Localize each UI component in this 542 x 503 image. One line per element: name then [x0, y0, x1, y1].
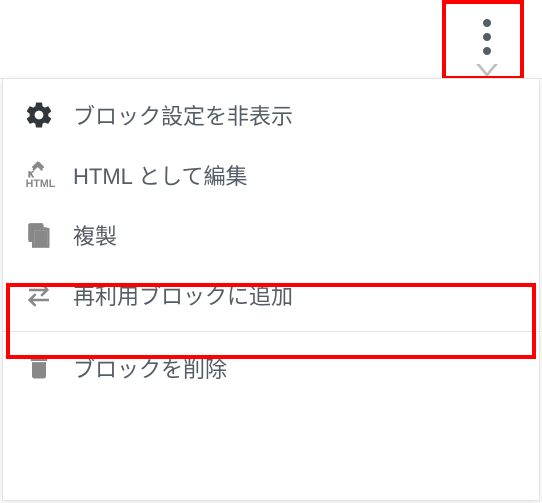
toolbar [0, 0, 542, 79]
menu-group-1: ブロック設定を非表示 HTML HTML として編集 [3, 79, 539, 331]
menu-item-label: 複製 [73, 219, 117, 251]
dropdown-caret-inner [478, 62, 496, 73]
menu-item-hide-block-settings[interactable]: ブロック設定を非表示 [3, 85, 539, 145]
menu-item-label: ブロック設定を非表示 [73, 99, 293, 131]
copy-icon [23, 219, 55, 251]
menu-item-label: 再利用ブロックに追加 [73, 279, 293, 311]
trash-icon [23, 352, 55, 384]
menu-item-duplicate[interactable]: 複製 [3, 205, 539, 265]
html-icon: HTML [23, 159, 55, 191]
menu-item-delete-block[interactable]: ブロックを削除 [3, 338, 539, 398]
gear-icon [23, 99, 55, 131]
more-vertical-icon [483, 19, 491, 55]
menu-item-label: ブロックを削除 [73, 352, 227, 384]
menu-item-edit-as-html[interactable]: HTML HTML として編集 [3, 145, 539, 205]
block-options-menu: ブロック設定を非表示 HTML HTML として編集 [2, 78, 540, 501]
more-options-button[interactable] [456, 6, 518, 68]
refresh-icon [23, 279, 55, 311]
menu-group-2: ブロックを削除 [3, 332, 539, 404]
menu-item-label: HTML として編集 [73, 159, 248, 191]
menu-item-add-to-reusable[interactable]: 再利用ブロックに追加 [3, 265, 539, 325]
svg-text:HTML: HTML [26, 178, 55, 190]
